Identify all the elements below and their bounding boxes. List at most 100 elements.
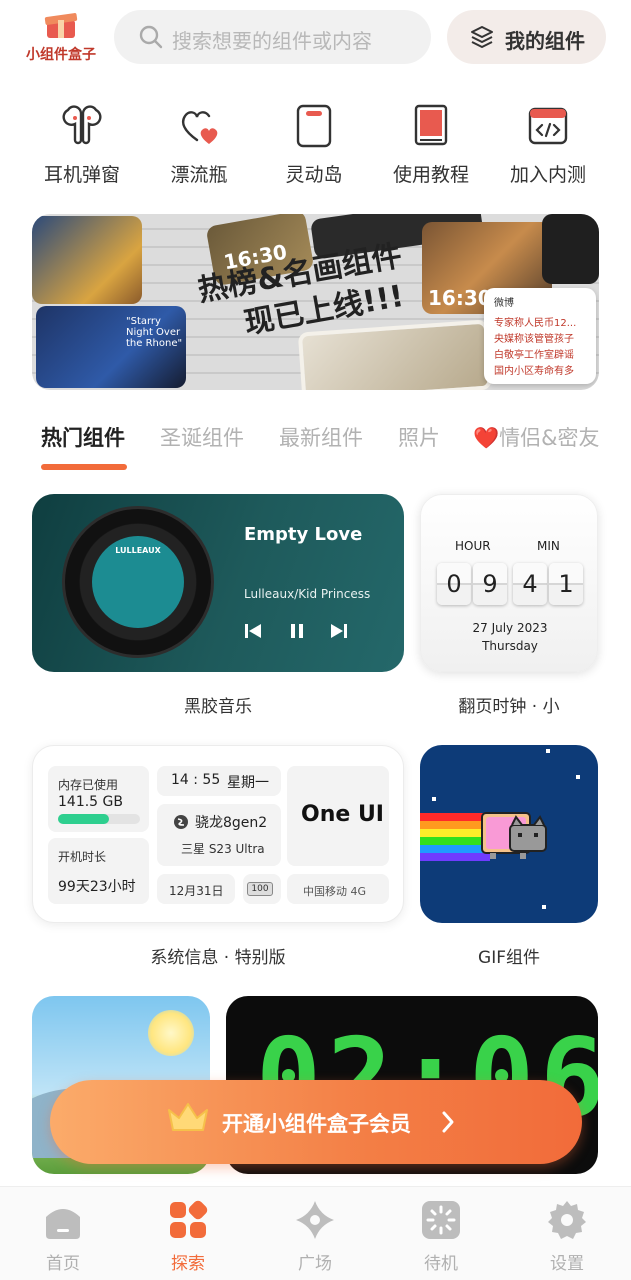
battery-tile: 100	[243, 874, 281, 904]
banner-weibo-card: 微博 专家称人民币12... 央媒称该管管孩子 白敬亭工作室辟谣 国内小区寿命有…	[484, 288, 596, 384]
search-placeholder: 搜索想要的组件或内容	[172, 29, 372, 53]
memory-value: 141.5 GB	[58, 794, 123, 810]
song-artist: Lulleaux/Kid Princess	[244, 587, 371, 601]
carrier-tile: 中国移动 4G	[287, 874, 389, 904]
banner-card-top-right	[542, 214, 599, 284]
chevron-right-icon	[442, 1111, 454, 1133]
explore-icon	[170, 1200, 208, 1238]
phone-island-icon	[296, 104, 332, 148]
app-logo[interactable]: 小组件盒子	[22, 8, 100, 66]
bottom-nav: 首页 探索 广场 待机 设置	[0, 1186, 631, 1280]
category-tabs: 热门组件 圣诞组件 最新组件 照片 ❤️情侣&密友	[0, 414, 631, 474]
quick-label: 耳机弹窗	[43, 164, 120, 186]
logo-text: 小组件盒子	[26, 47, 96, 63]
quick-tutorial[interactable]: 使用教程	[376, 100, 486, 190]
banner-caption: "Starry Night Over the Rhone"	[126, 316, 183, 349]
quick-label: 加入内测	[509, 164, 586, 186]
uptime-label: 开机时长	[58, 850, 107, 864]
quick-label: 漂流瓶	[170, 164, 228, 186]
nav-explore[interactable]: 探索	[143, 1197, 233, 1280]
hearts-icon	[182, 111, 218, 144]
flip-digit: 4	[513, 563, 547, 605]
crown-icon	[168, 1103, 208, 1131]
quick-actions: 耳机弹窗 漂流瓶 灵动岛 使用教程 加入内测	[0, 100, 631, 190]
nav-plaza[interactable]: 广场	[270, 1197, 360, 1280]
earbuds-icon	[62, 105, 102, 145]
quick-beta[interactable]: 加入内测	[493, 100, 603, 190]
widget-gif[interactable]	[420, 745, 598, 923]
nav-settings[interactable]: 设置	[522, 1197, 612, 1280]
time-value: 14 : 55	[171, 772, 221, 788]
standby-icon	[422, 1201, 460, 1239]
flip-digit: 9	[473, 563, 507, 605]
layers-icon	[471, 26, 493, 48]
weekday-value: 星期一	[227, 775, 269, 791]
nav-label: 设置	[550, 1254, 584, 1274]
my-widgets-button[interactable]: 我的组件	[447, 10, 606, 64]
home-icon	[46, 1209, 80, 1239]
search-icon	[139, 25, 163, 49]
min-label: MIN	[537, 539, 560, 553]
widget-flip-clock[interactable]: HOUR MIN 0 9 4 1 27 July 2023 Thursday	[420, 494, 598, 672]
memory-bar	[58, 814, 140, 824]
vinyl-disc: LULLEAUX	[62, 506, 214, 658]
date-value: 12月31日	[169, 884, 224, 898]
settings-icon	[548, 1201, 586, 1239]
tab-christmas[interactable]: 圣诞组件	[160, 422, 244, 452]
nav-label: 待机	[424, 1254, 458, 1274]
vip-label: 开通小组件盒子会员	[222, 1112, 411, 1136]
tab-photos[interactable]: 照片	[398, 422, 440, 452]
tab-hot[interactable]: 热门组件	[41, 422, 125, 452]
code-window-icon	[528, 107, 568, 145]
plaza-icon	[296, 1201, 334, 1239]
widget-vinyl-music[interactable]: LULLEAUX Empty Love Lulleaux/Kid Princes…	[32, 494, 404, 672]
chip-value: 骁龙8gen2	[195, 815, 268, 831]
header: 小组件盒子 搜索想要的组件或内容 我的组件	[0, 0, 631, 80]
device-value: 三星 S23 Ultra	[181, 842, 265, 856]
book-icon	[414, 104, 448, 146]
quick-dynamic-island[interactable]: 灵动岛	[259, 100, 369, 190]
weibo-label: 微博	[494, 298, 514, 309]
album-art: LULLEAUX	[92, 536, 184, 628]
previous-icon[interactable]	[244, 622, 262, 640]
search-bar[interactable]: 搜索想要的组件或内容	[114, 10, 431, 64]
star	[432, 797, 436, 801]
tab-latest[interactable]: 最新组件	[279, 422, 363, 452]
weibo-item: 国内小区寿命有多	[494, 366, 574, 377]
weibo-item: 专家称人民币12...	[494, 318, 577, 329]
carrier-value: 中国移动 4G	[303, 885, 367, 898]
nav-standby[interactable]: 待机	[396, 1197, 486, 1280]
quick-label: 灵动岛	[285, 164, 343, 186]
snapdragon-icon	[174, 815, 188, 829]
tab-couples[interactable]: ❤️情侣&密友	[473, 422, 600, 452]
star	[546, 749, 550, 753]
widget-system-info[interactable]: 内存已使用 141.5 GB 开机时长 99天23小时 14 : 55 星期一 …	[32, 745, 404, 923]
vip-membership-button[interactable]: 开通小组件盒子会员	[50, 1080, 582, 1164]
star	[576, 775, 580, 779]
gift-box-icon	[44, 13, 78, 38]
pause-icon[interactable]	[288, 622, 306, 640]
quick-earbuds[interactable]: 耳机弹窗	[27, 100, 137, 190]
battery-value: 100	[247, 882, 273, 896]
hour-label: HOUR	[455, 539, 491, 553]
chip-tile: 骁龙8gen2 三星 S23 Ultra	[157, 804, 281, 866]
sun-icon	[148, 1010, 194, 1056]
star	[542, 905, 546, 909]
nav-label: 广场	[298, 1254, 332, 1274]
flip-date: 27 July 2023	[472, 621, 548, 635]
memory-label: 内存已使用	[58, 778, 119, 792]
nav-home[interactable]: 首页	[18, 1197, 108, 1280]
ui-value: One UI	[301, 802, 384, 827]
quick-label: 使用教程	[392, 164, 469, 186]
nav-label: 探索	[171, 1254, 205, 1274]
memory-bar-fill	[58, 814, 109, 824]
next-icon[interactable]	[330, 622, 348, 640]
flip-digit: 0	[437, 563, 471, 605]
album-text: LULLEAUX	[115, 546, 161, 555]
uptime-value: 99天23小时	[58, 879, 136, 895]
widget-name: GIF组件	[478, 948, 540, 968]
widget-name: 翻页时钟 · 小	[458, 697, 560, 717]
quick-drift-bottle[interactable]: 漂流瓶	[144, 100, 254, 190]
widget-name: 黑胶音乐	[184, 697, 252, 717]
promo-banner[interactable]: "Starry Night Over the Rhone" 16:30 16:3…	[32, 214, 599, 390]
